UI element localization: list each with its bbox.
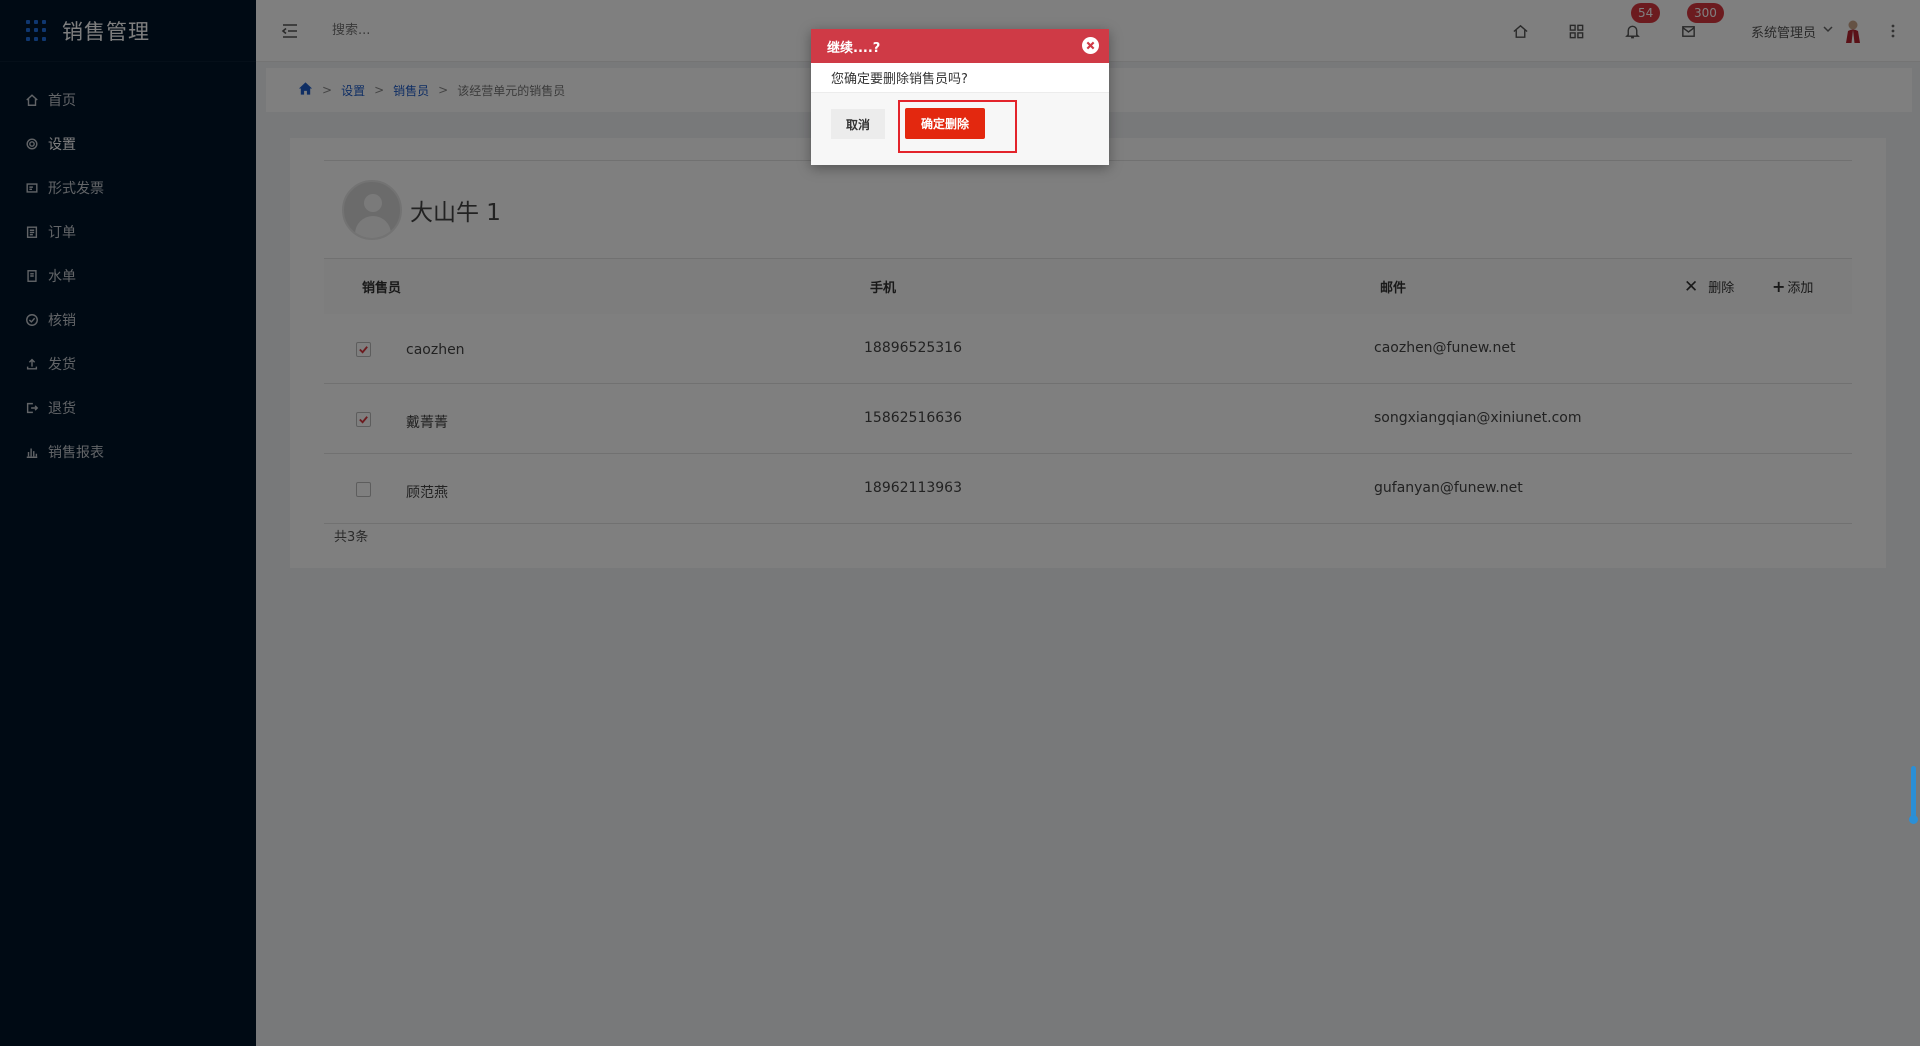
scrollbar[interactable] <box>1909 766 1918 824</box>
close-icon[interactable] <box>1082 37 1099 54</box>
cancel-button[interactable]: 取消 <box>831 109 885 139</box>
dialog-footer: 取消 确定删除 <box>811 93 1109 165</box>
dialog-message: 您确定要删除销售员吗? <box>811 63 1109 93</box>
dialog-title: 继续....? <box>827 40 881 56</box>
confirm-delete-button[interactable]: 确定删除 <box>905 108 985 139</box>
confirm-delete-dialog: 继续....? 您确定要删除销售员吗? 取消 确定删除 <box>811 29 1109 165</box>
dialog-header: 继续....? <box>811 29 1109 63</box>
